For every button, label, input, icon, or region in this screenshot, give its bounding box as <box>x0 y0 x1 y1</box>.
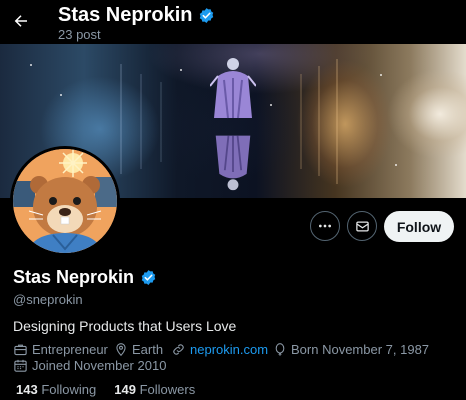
following-label: Following <box>41 382 97 397</box>
followers-link[interactable]: 149 Followers <box>114 382 195 397</box>
birthday-text: Born November 7, 1987 <box>291 342 430 357</box>
profile-name: Stas Neprokin <box>13 267 135 287</box>
page-title: Stas Neprokin <box>58 4 193 26</box>
following-count: 143 <box>16 382 38 397</box>
location-pin-icon <box>116 343 126 357</box>
back-button[interactable] <box>10 10 32 32</box>
briefcase-icon <box>14 344 27 356</box>
balloon-icon <box>275 343 285 356</box>
envelope-icon <box>355 221 369 231</box>
follow-button[interactable]: Follow <box>384 211 454 242</box>
arrow-left-icon <box>14 15 27 27</box>
verified-badge-icon <box>200 8 214 23</box>
post-count: 23 post <box>58 27 101 42</box>
banner-figure <box>210 58 256 119</box>
website-link[interactable]: neprokin.com <box>190 342 268 357</box>
avatar[interactable] <box>10 146 120 256</box>
message-button[interactable] <box>347 211 377 241</box>
header-title-wrap: Stas Neprokin <box>58 4 215 27</box>
profile-birthday: Born November 7, 1987 <box>273 342 429 357</box>
follow-counts: 143 Following 149 Followers <box>16 382 195 397</box>
more-options-button[interactable] <box>310 211 340 241</box>
verified-badge-icon[interactable] <box>140 269 157 286</box>
more-dots-icon <box>319 224 331 228</box>
profile-name-wrap: Stas Neprokin <box>13 267 157 288</box>
beaver-avatar-illustration <box>13 149 117 253</box>
profile-handle: @sneprokin <box>13 292 83 307</box>
profile-location: Earth <box>114 342 163 357</box>
profile-website[interactable]: neprokin.com <box>171 342 268 357</box>
calendar-icon <box>14 359 27 372</box>
profile-bio: Designing Products that Users Love <box>13 318 237 334</box>
profile-joined: Joined November 2010 <box>13 358 166 373</box>
top-bar: Stas Neprokin 23 post <box>0 0 466 44</box>
joined-text: Joined November 2010 <box>32 358 167 373</box>
followers-label: Followers <box>139 382 196 397</box>
profile-occupation: Entrepreneur <box>13 342 108 357</box>
followers-count: 149 <box>114 382 136 397</box>
link-icon <box>173 344 184 355</box>
location-text: Earth <box>132 342 164 357</box>
banner-figure-reflection <box>215 135 251 191</box>
occupation-text: Entrepreneur <box>32 342 108 357</box>
following-link[interactable]: 143 Following <box>16 382 96 397</box>
